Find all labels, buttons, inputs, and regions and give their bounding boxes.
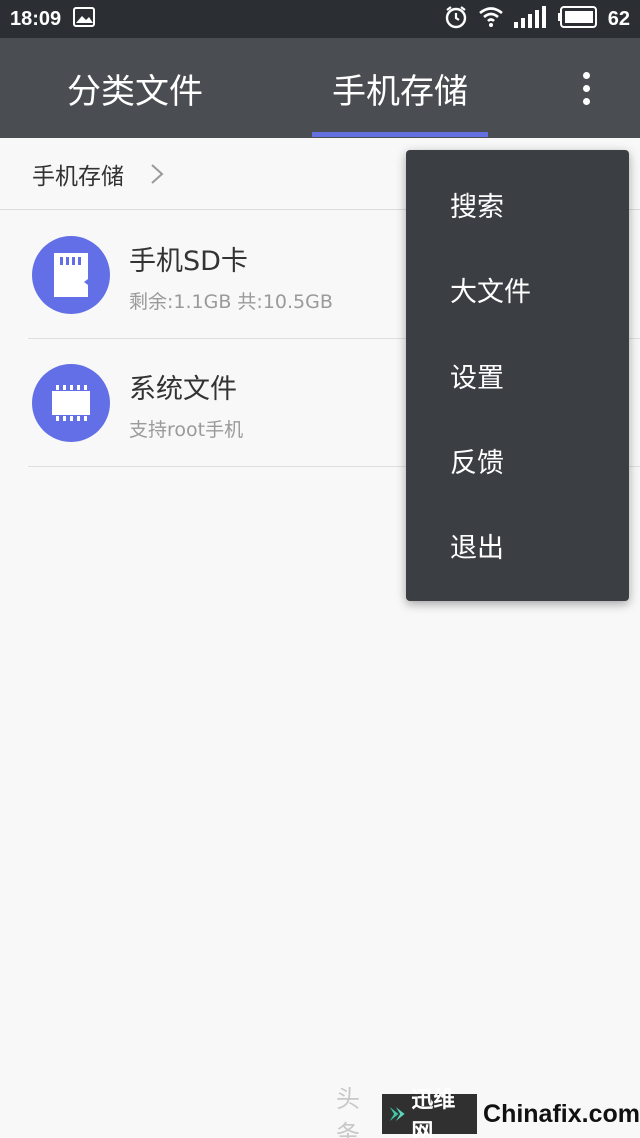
- more-dot: [582, 97, 590, 105]
- menu-item-search[interactable]: 搜索: [406, 162, 629, 247]
- tab-category-files[interactable]: 分类文件: [40, 38, 230, 138]
- watermark-text: 头条: [336, 1085, 360, 1138]
- watermark-site: Chinafix.com: [483, 1099, 640, 1128]
- chip-icon: [32, 364, 110, 442]
- menu-item-settings[interactable]: 设置: [406, 333, 629, 418]
- alarm-icon: [444, 5, 468, 33]
- sd-card-capacity: 剩余:1.1GB 共:10.5GB: [129, 291, 333, 313]
- tab-phone-storage[interactable]: 手机存储: [310, 38, 490, 138]
- sd-card-title: 手机SD卡: [129, 246, 248, 277]
- chevron-right-icon: [151, 163, 164, 184]
- battery-level: 62: [607, 7, 630, 30]
- system-files-title: 系统文件: [129, 374, 237, 405]
- overflow-menu: 搜索 大文件 设置 反馈 退出: [406, 150, 629, 601]
- arrow-logo-icon: [389, 1107, 405, 1121]
- more-dot: [582, 71, 590, 79]
- status-time: 18:09: [10, 7, 62, 30]
- status-bar: 18:09 62: [0, 0, 640, 38]
- image-icon: [73, 7, 96, 31]
- breadcrumb-phone-storage[interactable]: 手机存储: [32, 157, 124, 191]
- sd-card-icon: [32, 236, 110, 314]
- tab-bar: 分类文件 手机存储: [0, 38, 640, 138]
- more-options-button[interactable]: [566, 64, 606, 112]
- menu-item-large-files[interactable]: 大文件: [406, 247, 629, 332]
- menu-item-exit[interactable]: 退出: [406, 503, 629, 588]
- wifi-icon: [478, 6, 504, 32]
- more-dot: [582, 84, 590, 92]
- watermark: 头条 迅维网 Chinafix.com: [336, 1085, 640, 1138]
- system-files-note: 支持root手机: [129, 419, 244, 441]
- signal-icon: [513, 6, 548, 32]
- watermark-brand: 迅维网: [382, 1088, 478, 1138]
- watermark-brand-name: 迅维网: [411, 1088, 456, 1138]
- active-tab-indicator: [312, 132, 488, 137]
- battery-icon: [557, 6, 598, 32]
- menu-item-feedback[interactable]: 反馈: [406, 418, 629, 503]
